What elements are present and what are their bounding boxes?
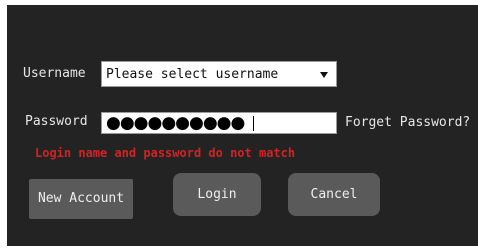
password-mask: ●●●●●●●●●● xyxy=(106,113,245,133)
password-label: Password xyxy=(25,114,88,129)
new-account-button[interactable]: New Account xyxy=(29,179,133,219)
cancel-button[interactable]: Cancel xyxy=(288,173,380,216)
login-button-label: Login xyxy=(197,187,237,202)
username-label: Username xyxy=(23,66,86,81)
text-caret xyxy=(253,116,254,131)
login-button[interactable]: Login xyxy=(173,173,261,216)
password-field[interactable]: ●●●●●●●●●● xyxy=(101,112,337,134)
forgot-password-link[interactable]: Forget Password? xyxy=(345,115,470,131)
cancel-button-label: Cancel xyxy=(310,187,358,202)
new-account-button-label: New Account xyxy=(37,191,125,206)
chevron-down-icon[interactable] xyxy=(320,72,328,78)
error-message: Login name and password do not match xyxy=(35,146,296,160)
login-dialog: Username Please select username Password… xyxy=(7,5,478,246)
username-select[interactable]: Please select username xyxy=(101,61,337,87)
username-select-value: Please select username xyxy=(106,67,279,82)
